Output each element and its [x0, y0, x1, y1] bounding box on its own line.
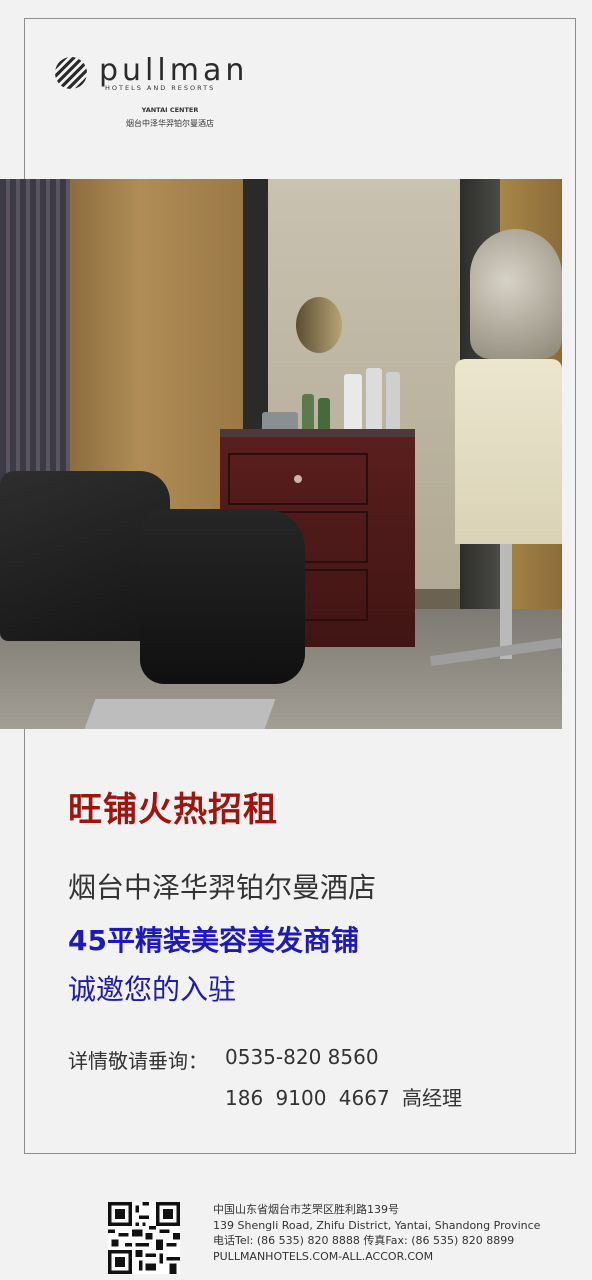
contact-label: 详情敬请垂询：: [68, 1049, 208, 1073]
logo-location: YANTAI CENTER: [141, 106, 199, 114]
toiletries: [262, 368, 412, 434]
pullman-logo-icon: [55, 57, 87, 89]
pullman-logo: pullman HOTELS AND RESORTS YANTAI CENTER…: [55, 53, 255, 135]
promo-headline: 旺铺火热招租: [68, 790, 278, 830]
footer-address-en: 139 Shengli Road, Zhifu District, Yantai…: [213, 1218, 541, 1232]
promo-offer: 45平精装美容美发商铺: [68, 924, 359, 957]
promo-hotel: 烟台中泽华羿铂尔曼酒店: [68, 871, 377, 904]
footer-address-cn: 中国山东省烟台市芝罘区胜利路139号: [213, 1203, 399, 1216]
contact-phone-2[interactable]: 186 9100 4667 高经理: [225, 1082, 462, 1111]
logo-hotel-cn: 烟台中泽华羿铂尔曼酒店: [126, 119, 214, 128]
footer-website[interactable]: PULLMANHOTELS.COM-ALL.ACCOR.COM: [213, 1249, 540, 1265]
wall-lamp: [296, 297, 342, 353]
qr-code-graphic: [108, 1202, 180, 1274]
logo-brand: pullman: [99, 53, 249, 88]
chair-base: [84, 699, 276, 729]
footer-info: 中国山东省烟台市芝罘区胜利路139号 139 Shengli Road, Zhi…: [213, 1202, 540, 1264]
logo-tagline: HOTELS AND RESORTS: [105, 84, 216, 92]
footer-tel-fax: 电话Tel: (86 535) 820 8888 传真Fax: (86 535)…: [213, 1234, 515, 1247]
promo-invite: 诚邀您的入驻: [68, 973, 237, 1006]
qr-code-icon[interactable]: [108, 1202, 180, 1274]
dryer-cover: [455, 359, 562, 544]
contact-phone-1[interactable]: 0535-820 8560: [225, 1045, 379, 1069]
salon-photo: [0, 179, 562, 729]
hair-dryer-hood: [470, 229, 562, 359]
salon-chair-seat: [140, 509, 305, 684]
drawer: [228, 453, 368, 505]
